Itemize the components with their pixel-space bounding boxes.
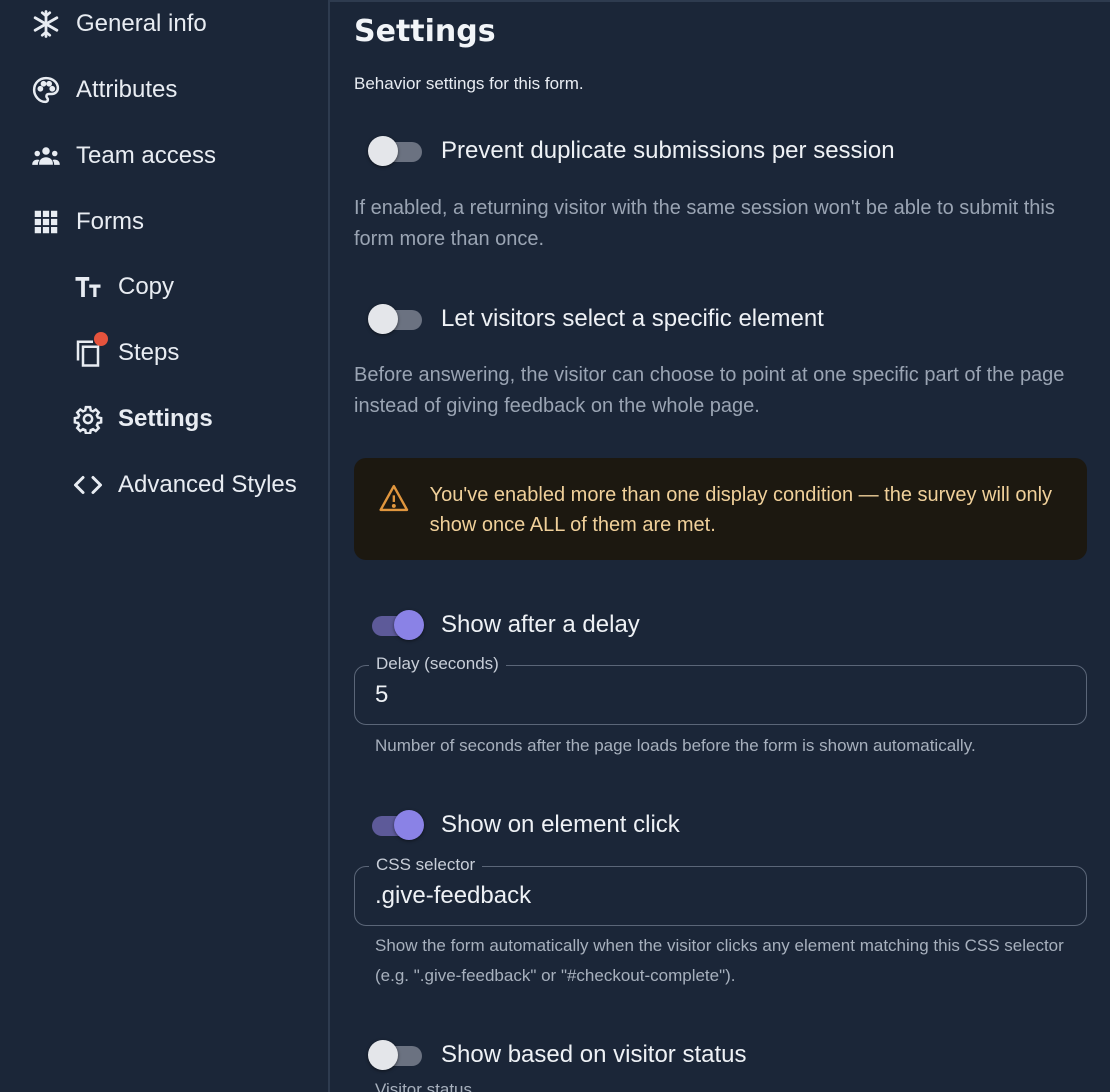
sidebar-item-label: Attributes xyxy=(76,76,178,103)
warning-text: You've enabled more than one display con… xyxy=(429,484,1053,536)
visitor-status-toggle[interactable] xyxy=(368,1040,422,1070)
delay-label: Show after a delay xyxy=(441,611,640,638)
toggle-knob xyxy=(394,810,424,840)
sidebar-item-advanced-styles[interactable]: Advanced Styles xyxy=(72,463,297,507)
sidebar-item-label: Settings xyxy=(118,405,213,432)
delay-field: Delay (seconds) xyxy=(354,654,1087,725)
select-element-help: Before answering, the visitor can choose… xyxy=(354,364,1065,417)
toggle-knob xyxy=(394,610,424,640)
toggle-knob xyxy=(368,136,398,166)
gear-icon xyxy=(72,403,104,435)
toggle-knob xyxy=(368,304,398,334)
warning-alert: You've enabled more than one display con… xyxy=(354,458,1087,560)
prevent-duplicates-toggle[interactable] xyxy=(368,136,422,166)
page-title: Settings xyxy=(354,14,496,49)
sidebar-item-forms[interactable]: Forms xyxy=(30,200,144,244)
delay-field-label: Delay (seconds) xyxy=(369,654,506,674)
element-click-label: Show on element click xyxy=(441,811,680,838)
grid-icon xyxy=(30,206,62,238)
code-icon xyxy=(72,469,104,501)
select-element-toggle-row[interactable]: Let visitors select a specific element xyxy=(368,304,824,334)
prevent-duplicates-toggle-row[interactable]: Prevent duplicate submissions per sessio… xyxy=(368,136,895,166)
app-window: General info Attributes Team access Form… xyxy=(0,0,1110,1092)
toggle-knob xyxy=(368,1040,398,1070)
sidebar: General info Attributes Team access Form… xyxy=(0,0,330,1092)
sidebar-item-label: General info xyxy=(76,10,207,37)
sidebar-item-label: Copy xyxy=(118,273,175,300)
sidebar-item-label: Steps xyxy=(118,339,180,366)
delay-input[interactable] xyxy=(375,680,1065,710)
team-icon xyxy=(30,140,62,172)
delay-help: Number of seconds after the page loads b… xyxy=(375,736,976,755)
sidebar-item-general-info[interactable]: General info xyxy=(30,2,207,46)
snowflake-icon xyxy=(30,8,62,40)
notification-dot xyxy=(94,332,108,346)
prevent-duplicates-label: Prevent duplicate submissions per sessio… xyxy=(441,137,895,164)
css-selector-input[interactable] xyxy=(375,881,1065,911)
delay-toggle-row[interactable]: Show after a delay xyxy=(368,610,640,640)
sidebar-item-steps[interactable]: Steps xyxy=(72,331,179,375)
sidebar-item-settings[interactable]: Settings xyxy=(72,397,213,441)
element-click-toggle[interactable] xyxy=(368,810,424,840)
sidebar-item-label: Forms xyxy=(76,208,144,235)
palette-icon xyxy=(30,74,62,106)
select-element-toggle[interactable] xyxy=(368,304,422,334)
page-subtitle: Behavior settings for this form. xyxy=(354,74,584,93)
warning-icon xyxy=(379,484,409,512)
css-selector-field: CSS selector xyxy=(354,855,1087,926)
element-click-toggle-row[interactable]: Show on element click xyxy=(368,810,680,840)
layers-icon xyxy=(72,332,108,369)
visitor-status-label: Show based on visitor status xyxy=(441,1041,747,1068)
sidebar-item-label: Advanced Styles xyxy=(118,471,297,498)
visitor-status-field-label: Visitor status xyxy=(375,1080,473,1092)
select-element-label: Let visitors select a specific element xyxy=(441,305,824,332)
visitor-status-toggle-row[interactable]: Show based on visitor status xyxy=(368,1040,747,1070)
sidebar-item-label: Team access xyxy=(76,142,217,169)
text-size-icon xyxy=(72,271,104,303)
delay-toggle[interactable] xyxy=(368,610,424,640)
sidebar-item-team-access[interactable]: Team access xyxy=(30,134,216,178)
settings-panel: Settings Behavior settings for this form… xyxy=(332,0,1110,1092)
css-selector-field-label: CSS selector xyxy=(369,855,483,875)
sidebar-item-copy[interactable]: Copy xyxy=(72,265,174,309)
css-selector-help: Show the form automatically when the vis… xyxy=(375,936,1064,985)
sidebar-item-attributes[interactable]: Attributes xyxy=(30,68,177,112)
prevent-duplicates-help: If enabled, a returning visitor with the… xyxy=(354,197,1055,250)
